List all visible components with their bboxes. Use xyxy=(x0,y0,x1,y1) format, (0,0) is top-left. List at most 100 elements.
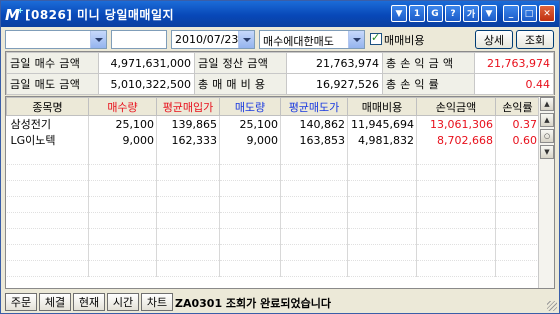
col-header-avg-buy[interactable]: 평균매입가 xyxy=(156,97,220,116)
empty-row xyxy=(6,228,540,245)
empty-cell xyxy=(280,260,348,277)
help-button[interactable]: ? xyxy=(445,5,461,22)
empty-cell xyxy=(280,164,348,181)
close-button[interactable]: ✕ xyxy=(539,5,555,22)
empty-cell xyxy=(6,244,89,261)
empty-cell xyxy=(416,260,496,277)
empty-cell xyxy=(495,180,540,197)
trade-fee: 11,945,694 xyxy=(347,115,417,132)
order-link-button[interactable]: 주문 xyxy=(5,293,37,311)
empty-cell xyxy=(219,244,281,261)
fee-checkbox-label[interactable]: 매매비용 xyxy=(384,32,424,48)
minimize-button[interactable]: _ xyxy=(503,5,519,22)
empty-cell xyxy=(156,212,220,229)
chart-link-button[interactable]: 차트 xyxy=(141,293,173,311)
empty-cell xyxy=(88,260,157,277)
dropdown-menu-icon[interactable]: ▼ xyxy=(391,5,407,22)
avg-buy-price: 139,865 xyxy=(156,115,220,132)
col-header-buy-qty[interactable]: 매수량 xyxy=(88,97,157,116)
summary-row: 금일 매도 금액 5,010,322,500 총 매 매 비 용 16,927,… xyxy=(6,73,554,95)
empty-cell xyxy=(219,180,281,197)
stock-name: LG이노텍 xyxy=(6,132,89,148)
account-select[interactable] xyxy=(5,30,107,49)
sell-amount-label: 금일 매도 금액 xyxy=(6,73,99,95)
code-input[interactable] xyxy=(111,30,167,49)
empty-cell xyxy=(416,196,496,213)
date-value: 2010/07/23 xyxy=(175,33,239,46)
table-row[interactable]: 삼성전기 25,100 139,865 25,100 140,862 11,94… xyxy=(6,115,540,132)
trade-journal-grid[interactable]: 종목명 매수량 평균매입가 매도량 평균매도가 매매비용 손익금액 손익률 삼성… xyxy=(5,96,555,289)
screen-one-button[interactable]: 1 xyxy=(409,5,425,22)
empty-cell xyxy=(6,260,89,277)
col-header-pnl[interactable]: 손익금액 xyxy=(416,97,496,116)
current-price-link-button[interactable]: 현재 xyxy=(73,293,105,311)
empty-row xyxy=(6,196,540,213)
query-button[interactable]: 조회 xyxy=(516,30,554,49)
font-size-button[interactable]: 가 xyxy=(463,5,479,22)
calendar-dropdown-icon[interactable] xyxy=(238,31,254,48)
col-header-fee[interactable]: 매매비용 xyxy=(347,97,417,116)
scroll-top-icon[interactable]: ▲ xyxy=(540,97,554,111)
col-header-pnl-rate[interactable]: 손익률 xyxy=(495,97,540,116)
summary-row: 금일 매수 금액 4,971,631,000 금일 정산 금액 21,763,9… xyxy=(6,52,554,74)
grid-header-row: 종목명 매수량 평균매입가 매도량 평균매도가 매매비용 손익금액 손익률 xyxy=(6,97,540,116)
empty-cell xyxy=(6,148,89,165)
col-header-avg-sell[interactable]: 평균매도가 xyxy=(280,97,348,116)
empty-cell xyxy=(6,180,89,197)
execution-link-button[interactable]: 체결 xyxy=(39,293,71,311)
status-message: ZA0301 조회가 완료되었습니다 xyxy=(175,297,331,310)
group-link-button[interactable]: G xyxy=(427,5,443,22)
empty-cell xyxy=(156,228,220,245)
empty-cell xyxy=(495,164,540,181)
resize-grip-icon[interactable] xyxy=(547,301,557,311)
empty-row xyxy=(6,212,540,229)
chevron-down-icon[interactable] xyxy=(348,31,364,48)
empty-cell xyxy=(156,164,220,181)
empty-cell xyxy=(219,260,281,277)
empty-row xyxy=(6,148,540,165)
empty-cell xyxy=(156,180,220,197)
scroll-circle-icon[interactable]: ○ xyxy=(540,129,554,143)
vertical-scrollbar[interactable]: ▲ ▲ ○ ▼ xyxy=(538,97,554,288)
chevron-down-icon[interactable] xyxy=(90,31,106,48)
table-row[interactable]: LG이노텍 9,000 162,333 9,000 163,853 4,981,… xyxy=(6,132,540,148)
fee-checkbox[interactable] xyxy=(370,31,382,45)
app-window: M + [0826] 미니 당일매매일지 ▼ 1 G ? 가 ▼ _ □ ✕ 2… xyxy=(0,0,560,314)
title-bar[interactable]: M + [0826] 미니 당일매매일지 ▼ 1 G ? 가 ▼ _ □ ✕ xyxy=(1,1,559,27)
settle-amount-value: 21,763,974 xyxy=(286,52,383,74)
empty-cell xyxy=(280,244,348,261)
empty-cell xyxy=(347,244,417,261)
maximize-button[interactable]: □ xyxy=(521,5,537,22)
empty-row xyxy=(6,260,540,277)
trade-type-select[interactable]: 매수에대한매도 xyxy=(259,30,365,49)
avg-sell-price: 140,862 xyxy=(280,115,348,132)
avg-buy-price: 162,333 xyxy=(156,132,220,148)
title-buttons: ▼ 1 G ? 가 ▼ _ □ ✕ xyxy=(391,5,555,22)
pnl-rate: 0.37 xyxy=(495,115,540,132)
empty-cell xyxy=(88,244,157,261)
scroll-down-icon[interactable]: ▼ xyxy=(540,145,554,159)
pnl-amount: 8,702,668 xyxy=(416,132,496,148)
window-title: [0826] 미니 당일매매일지 xyxy=(25,8,175,22)
empty-cell xyxy=(156,148,220,165)
detail-button[interactable]: 상세 xyxy=(475,30,513,49)
summary-panel: 금일 매수 금액 4,971,631,000 금일 정산 금액 21,763,9… xyxy=(5,51,555,95)
time-link-button[interactable]: 시간 xyxy=(107,293,139,311)
scroll-up-icon[interactable]: ▲ xyxy=(540,113,554,127)
empty-cell xyxy=(416,212,496,229)
col-header-sell-qty[interactable]: 매도량 xyxy=(219,97,281,116)
col-header-name[interactable]: 종목명 xyxy=(6,97,89,116)
empty-cell xyxy=(495,260,540,277)
empty-cell xyxy=(347,148,417,165)
buy-amount-label: 금일 매수 금액 xyxy=(6,52,99,74)
empty-cell xyxy=(280,196,348,213)
date-picker[interactable]: 2010/07/23 xyxy=(171,30,255,49)
empty-row xyxy=(6,244,540,261)
empty-cell xyxy=(495,212,540,229)
empty-cell xyxy=(347,212,417,229)
link-dropdown-icon[interactable]: ▼ xyxy=(481,5,497,22)
trade-type-value: 매수에대한매도 xyxy=(263,35,334,48)
empty-cell xyxy=(347,180,417,197)
empty-cell xyxy=(219,228,281,245)
empty-cell xyxy=(347,164,417,181)
